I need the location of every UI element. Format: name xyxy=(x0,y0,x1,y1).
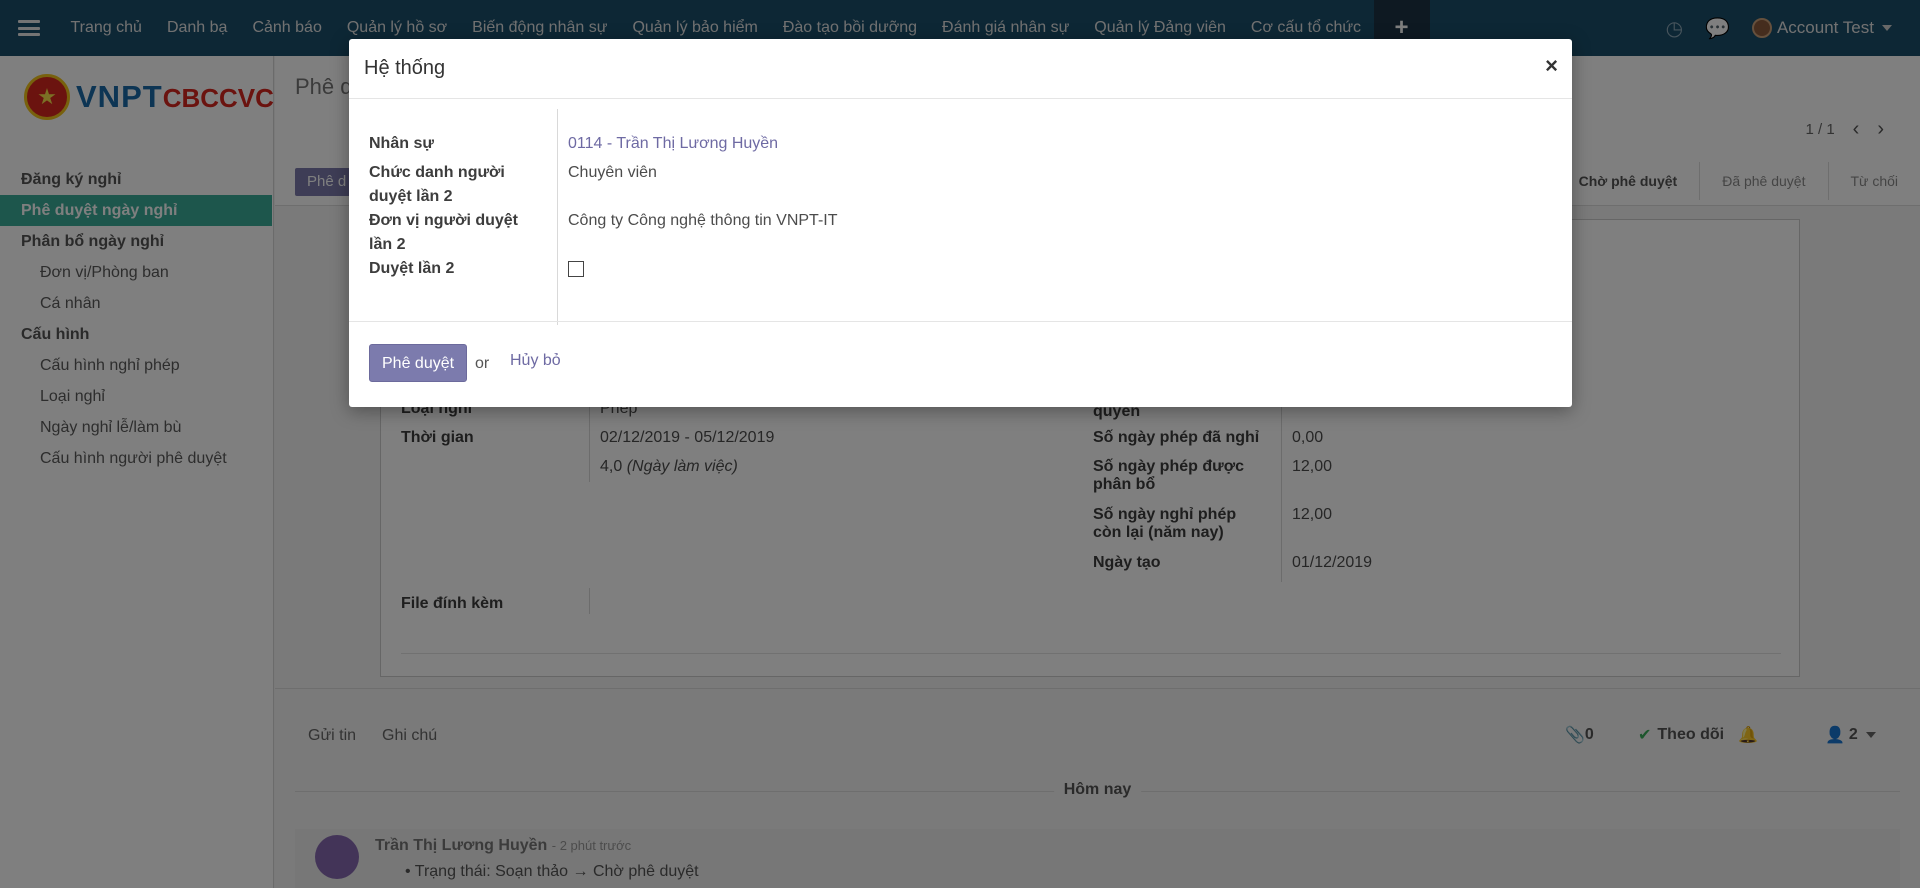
duyet-lan-2-checkbox[interactable] xyxy=(568,261,584,277)
or-text: or xyxy=(475,355,490,372)
divider xyxy=(557,109,558,265)
approve-button[interactable]: Phê duyệt xyxy=(369,344,468,382)
field-label-duyet-lan-2: Duyệt lần 2 xyxy=(369,260,455,277)
dialog-he-thong: Hệ thống × Nhân sự 0114 - Trần Thị Lương… xyxy=(349,39,1572,407)
field-label-don-vi: Đơn vị người duyệt lần 2 xyxy=(369,212,519,253)
cancel-button[interactable]: Hủy bỏ xyxy=(510,352,561,370)
modal-title: Hệ thống xyxy=(364,57,446,79)
field-label-chuc-danh: Chức danh người duyệt lần 2 xyxy=(369,164,505,205)
field-value-nhan-su[interactable]: 0114 - Trần Thị Lương Huyền xyxy=(568,132,778,156)
field-value-chuc-danh: Chuyên viên xyxy=(568,164,657,181)
field-label-nhan-su: Nhân sự xyxy=(369,135,434,152)
modal-header: Hệ thống × xyxy=(349,39,1572,99)
field-value-don-vi: Công ty Công nghệ thông tin VNPT-IT xyxy=(568,212,838,229)
close-icon[interactable]: × xyxy=(1545,53,1558,79)
modal-footer: Phê duyệt or Hủy bỏ xyxy=(349,321,1572,407)
